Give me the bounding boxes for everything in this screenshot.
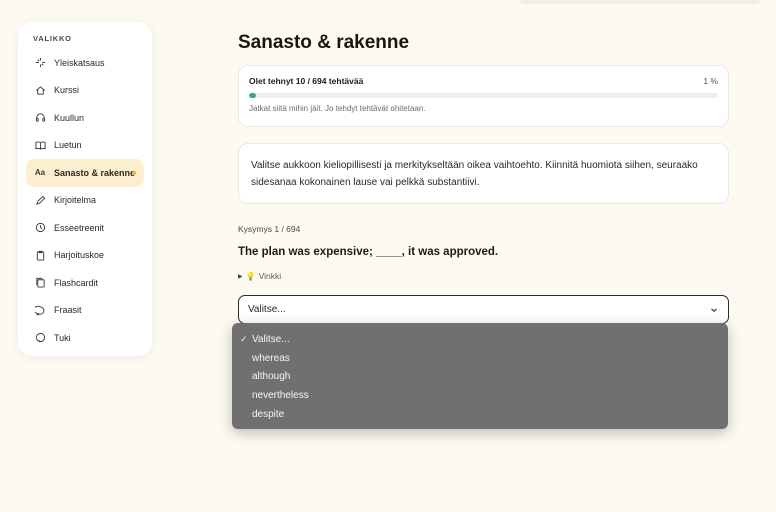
sidebar-item-label: Kirjoitelma bbox=[54, 195, 97, 206]
option-label: Valitse... bbox=[252, 333, 290, 345]
progress-label: Olet tehnyt 10 / 694 tehtävää bbox=[249, 76, 364, 86]
sidebar-item-label: Yleiskatsaus bbox=[54, 57, 105, 68]
option-label: although bbox=[252, 371, 291, 383]
dropdown-option[interactable]: whereas bbox=[232, 349, 728, 368]
active-indicator-dot bbox=[132, 170, 136, 175]
clock-icon bbox=[34, 222, 46, 234]
sidebar-item-label: Kurssi bbox=[54, 85, 80, 96]
progress-percent: 1 % bbox=[703, 76, 718, 86]
pencil-icon bbox=[34, 194, 46, 206]
sidebar-item-yleiskatsaus[interactable]: Yleiskatsaus bbox=[26, 49, 144, 77]
sidebar-item-kirjoitelma[interactable]: Kirjoitelma bbox=[26, 187, 144, 215]
hint-toggle[interactable]: ▶ 💡 Vinkki bbox=[238, 271, 281, 281]
book-icon bbox=[34, 139, 46, 151]
sidebar-item-label: Tuki bbox=[54, 332, 71, 343]
top-edge-panel bbox=[520, 0, 760, 4]
progress-note: Jatkat siitä mihin jäit. Jo tehdyt tehtä… bbox=[249, 104, 426, 113]
home-icon bbox=[34, 84, 46, 96]
page-title: Sanasto & rakenne bbox=[238, 32, 410, 53]
sidebar-heading: VALIKKO bbox=[33, 34, 72, 43]
sidebar-item-luetun[interactable]: Luetun bbox=[26, 132, 144, 160]
dropdown-option[interactable]: although bbox=[232, 368, 728, 387]
sidebar-item-kurssi[interactable]: Kurssi bbox=[26, 77, 144, 105]
hint-label: Vinkki bbox=[258, 271, 282, 281]
option-label: despite bbox=[252, 409, 285, 421]
sidebar-item-kuullun[interactable]: Kuullun bbox=[26, 104, 144, 132]
sidebar-item-label: Fraasit bbox=[54, 305, 82, 316]
sidebar-item-label: Harjoituskoe bbox=[54, 250, 105, 261]
text-icon: Aa bbox=[34, 168, 46, 178]
sidebar-menu: VALIKKO Yleiskatsaus Kurssi Kuullun Luet… bbox=[18, 22, 152, 356]
sidebar-item-sanasto-rakenne[interactable]: Aa Sanasto & rakenne bbox=[26, 159, 144, 187]
sidebar-item-harjoituskoe[interactable]: Harjoituskoe bbox=[26, 242, 144, 270]
sidebar-item-tuki[interactable]: Tuki bbox=[26, 324, 144, 352]
caret-right-icon: ▶ bbox=[238, 273, 243, 280]
dropdown-option[interactable]: nevertheless bbox=[232, 386, 728, 405]
instruction-card: Valitse aukkoon kieliopillisesti ja merk… bbox=[238, 143, 729, 204]
dropdown-option[interactable]: despite bbox=[232, 405, 728, 424]
progress-bar-fill bbox=[249, 93, 256, 98]
question-text: The plan was expensive; ____, it was app… bbox=[238, 246, 499, 258]
chevron-down-icon bbox=[709, 305, 719, 315]
sidebar-item-label: Kuullun bbox=[54, 112, 85, 123]
headphones-icon bbox=[34, 112, 46, 124]
option-label: nevertheless bbox=[252, 390, 309, 402]
checkmark-icon: ✓ bbox=[240, 333, 248, 344]
progress-bar bbox=[249, 93, 718, 98]
answer-select[interactable]: Valitse... bbox=[238, 295, 729, 324]
sidebar-item-flashcardit[interactable]: Flashcardit bbox=[26, 269, 144, 297]
lightbulb-icon: 💡 bbox=[245, 271, 256, 281]
select-value: Valitse... bbox=[248, 304, 286, 315]
cards-icon bbox=[34, 277, 46, 289]
question-counter: Kysymys 1 / 694 bbox=[238, 224, 301, 234]
answer-dropdown-menu: ✓ Valitse... whereas although neverthele… bbox=[232, 323, 728, 429]
sidebar-item-label: Flashcardit bbox=[54, 277, 99, 288]
sidebar-item-label: Esseetreenit bbox=[54, 222, 105, 233]
progress-card: Olet tehnyt 10 / 694 tehtävää 1 % Jatkat… bbox=[238, 65, 729, 127]
support-icon bbox=[34, 332, 46, 344]
chat-icon bbox=[34, 304, 46, 316]
clipboard-icon bbox=[34, 249, 46, 261]
option-label: whereas bbox=[252, 352, 290, 364]
dropdown-option[interactable]: ✓ Valitse... bbox=[232, 330, 728, 349]
sidebar-item-label: Luetun bbox=[54, 140, 82, 151]
sidebar-item-label: Sanasto & rakenne bbox=[54, 167, 136, 178]
sparkles-icon bbox=[34, 57, 46, 69]
sidebar-item-esseetreenit[interactable]: Esseetreenit bbox=[26, 214, 144, 242]
sidebar-item-fraasit[interactable]: Fraasit bbox=[26, 297, 144, 325]
